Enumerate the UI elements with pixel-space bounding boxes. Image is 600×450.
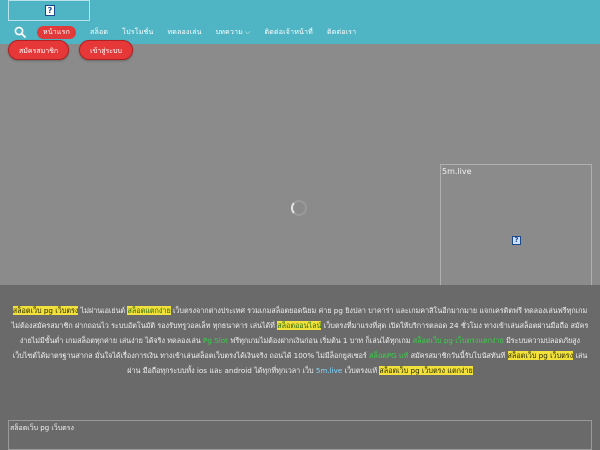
nav-item-home[interactable]: หน้าแรก (37, 25, 77, 39)
register-button[interactable]: สมัครสมาชิก (8, 40, 70, 60)
bottom-box-label: สล็อตเว็บ pg เว็บตรง (10, 424, 74, 432)
loading-spinner-icon (291, 200, 307, 216)
article-link[interactable]: สล็อตแตกง่าย (127, 306, 171, 315)
article-link[interactable]: สล็อตเว็บ pg เว็บตรงแตกง่าย (413, 336, 504, 345)
main-nav: หน้าแรก สล็อต โปรโมชั่น ทดลองเล่น บทความ… (14, 25, 370, 39)
side-image-panel[interactable]: 5m.live ? (440, 164, 592, 290)
site-header: ? หน้าแรก สล็อต โปรโมชั่น ทดลองเล่น บทคว… (0, 0, 600, 44)
article-link[interactable]: สล็อตPG แท้ (369, 351, 408, 360)
nav-item-contact-us[interactable]: ติดต่อเรา (327, 27, 356, 38)
article-body: สล็อตเว็บ pg เว็บตรง ไม่ผ่านเอเย่นต์ สล็… (10, 303, 590, 378)
side-panel-label: 5m.live (442, 167, 472, 176)
nav-item-contact-staff[interactable]: ติดต่อเจ้าหน้าที่ (265, 27, 313, 38)
site-logo[interactable]: ? (8, 0, 90, 21)
nav-item-articles-label: บทความ (215, 27, 244, 36)
article-link[interactable]: Pg Slot (203, 336, 228, 345)
article-link[interactable]: 5m.live (316, 366, 343, 375)
article-link[interactable]: สล็อตเว็บ pg เว็บตรง (507, 351, 574, 360)
broken-image-icon: ? (512, 236, 521, 245)
auth-buttons: สมัครสมาชิก เข้าสู่ระบบ (8, 40, 143, 60)
article-link[interactable]: สล็อตเว็บ pg เว็บตรง แตกง่าย (379, 366, 473, 375)
login-button[interactable]: เข้าสู่ระบบ (79, 40, 133, 60)
article-link[interactable]: สล็อตเว็บ pg เว็บตรง (12, 306, 79, 315)
article-link[interactable]: สล็อตออนไลน์ (277, 321, 322, 330)
nav-item-demo[interactable]: ทดลองเล่น (167, 27, 201, 38)
search-icon[interactable] (14, 26, 26, 38)
nav-item-slots[interactable]: สล็อต (90, 27, 108, 38)
bottom-image-box[interactable]: สล็อตเว็บ pg เว็บตรง (8, 420, 592, 450)
broken-image-icon: ? (45, 5, 55, 16)
article-text-segment: ฟรีทุกเกมไม่ต้องฝากเงินก่อน เริ่มต้น 1 บ… (227, 336, 413, 345)
article-text-segment: เว็บตรงแท้ (342, 366, 380, 375)
chevron-down-icon: ⌵ (245, 27, 251, 36)
article-text-segment: สมัครสมาชิกวันนี้รับโบนัสทันที (408, 351, 508, 360)
nav-item-promotions[interactable]: โปรโมชั่น (122, 27, 153, 38)
article-text-segment: ไม่ผ่านเอเย่นต์ (78, 306, 128, 315)
nav-item-articles[interactable]: บทความ ⌵ (216, 27, 251, 38)
